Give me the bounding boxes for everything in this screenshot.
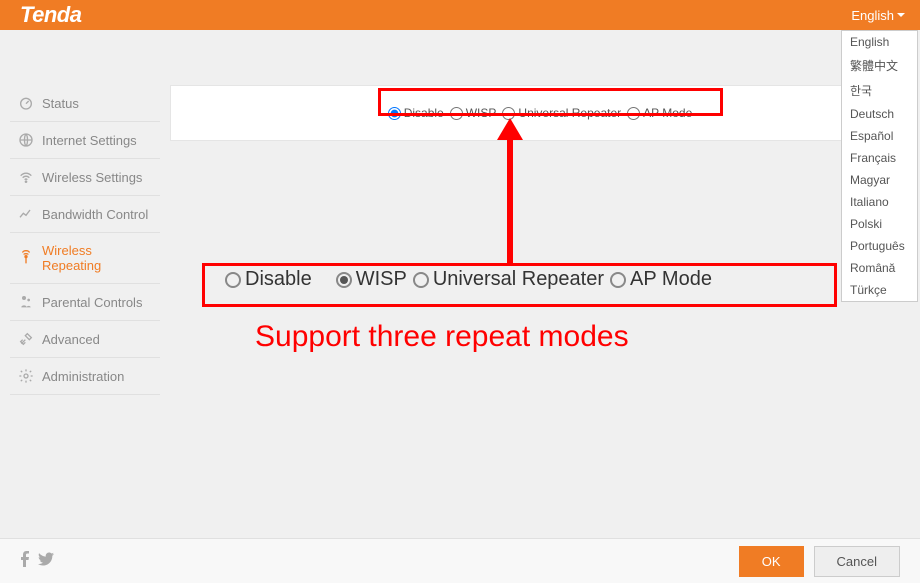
language-current: English [851, 8, 894, 23]
language-option[interactable]: Română [842, 257, 917, 279]
radio-input[interactable] [502, 107, 515, 120]
language-option[interactable]: 한국 [842, 78, 917, 103]
annotation-caption: Support three repeat modes [255, 320, 629, 354]
facebook-icon[interactable] [20, 551, 30, 572]
sidebar-item-wireless[interactable]: Wireless Settings [10, 159, 160, 196]
sidebar-item-label: Wireless Repeating [42, 243, 152, 273]
language-option[interactable]: Português [842, 235, 917, 257]
main-content: Disable WISP Universal Repeater AP Mode [160, 30, 920, 583]
cancel-button[interactable]: Cancel [814, 546, 900, 577]
sidebar-item-repeating[interactable]: Wireless Repeating [10, 233, 160, 284]
sidebar: Status Internet Settings Wireless Settin… [0, 30, 160, 583]
sidebar-item-bandwidth[interactable]: Bandwidth Control [10, 196, 160, 233]
mode-radio-apmode[interactable]: AP Mode [627, 106, 692, 120]
language-dropdown: English 繁體中文 한국 Deutsch Español Français… [841, 30, 918, 302]
footer-buttons: OK Cancel [739, 546, 900, 577]
radio-icon [610, 272, 626, 288]
sidebar-item-label: Parental Controls [42, 295, 142, 310]
header-bar: Tenda English [0, 0, 920, 30]
tools-icon [18, 331, 34, 347]
language-option[interactable]: Türkçe [842, 279, 917, 301]
mode-radio-group: Disable WISP Universal Repeater AP Mode [191, 106, 889, 120]
sidebar-item-label: Wireless Settings [42, 170, 142, 185]
mode-radio-wisp[interactable]: WISP [450, 106, 497, 120]
sidebar-item-label: Advanced [42, 332, 100, 347]
radio-input[interactable] [450, 107, 463, 120]
language-option[interactable]: Italiano [842, 191, 917, 213]
people-icon [18, 294, 34, 310]
radio-icon [225, 272, 241, 288]
mode-panel: Disable WISP Universal Repeater AP Mode [170, 85, 910, 141]
twitter-icon[interactable] [38, 551, 54, 572]
language-option[interactable]: English [842, 31, 917, 53]
wifi-icon [18, 169, 34, 185]
language-option[interactable]: Deutsch [842, 103, 917, 125]
chevron-down-icon [897, 13, 905, 17]
radio-icon [413, 272, 429, 288]
globe-icon [18, 132, 34, 148]
gauge-icon [18, 95, 34, 111]
sidebar-item-parental[interactable]: Parental Controls [10, 284, 160, 321]
ok-button[interactable]: OK [739, 546, 804, 577]
footer-bar: OK Cancel [0, 538, 920, 583]
sidebar-item-label: Bandwidth Control [42, 207, 148, 222]
radio-input[interactable] [388, 107, 401, 120]
radio-icon [336, 272, 352, 288]
sidebar-item-admin[interactable]: Administration [10, 358, 160, 395]
language-option[interactable]: Español [842, 125, 917, 147]
sidebar-item-label: Status [42, 96, 79, 111]
language-option[interactable]: 繁體中文 [842, 53, 917, 78]
language-option[interactable]: Français [842, 147, 917, 169]
chart-line-icon [18, 206, 34, 222]
language-option[interactable]: Polski [842, 213, 917, 235]
annotation-enlarged-radios: Disable WISP Universal Repeater AP Mode [225, 268, 712, 291]
sidebar-item-advanced[interactable]: Advanced [10, 321, 160, 358]
sidebar-item-label: Administration [42, 369, 124, 384]
mode-radio-universal[interactable]: Universal Repeater [502, 106, 621, 120]
mode-radio-disable[interactable]: Disable [388, 106, 444, 120]
radio-input[interactable] [627, 107, 640, 120]
language-selector[interactable]: English [851, 8, 905, 23]
sidebar-item-status[interactable]: Status [10, 85, 160, 122]
sidebar-item-internet[interactable]: Internet Settings [10, 122, 160, 159]
gear-icon [18, 368, 34, 384]
antenna-icon [18, 250, 34, 266]
social-links [20, 551, 54, 572]
language-option[interactable]: Magyar [842, 169, 917, 191]
sidebar-item-label: Internet Settings [42, 133, 137, 148]
brand-logo: Tenda [20, 2, 81, 28]
